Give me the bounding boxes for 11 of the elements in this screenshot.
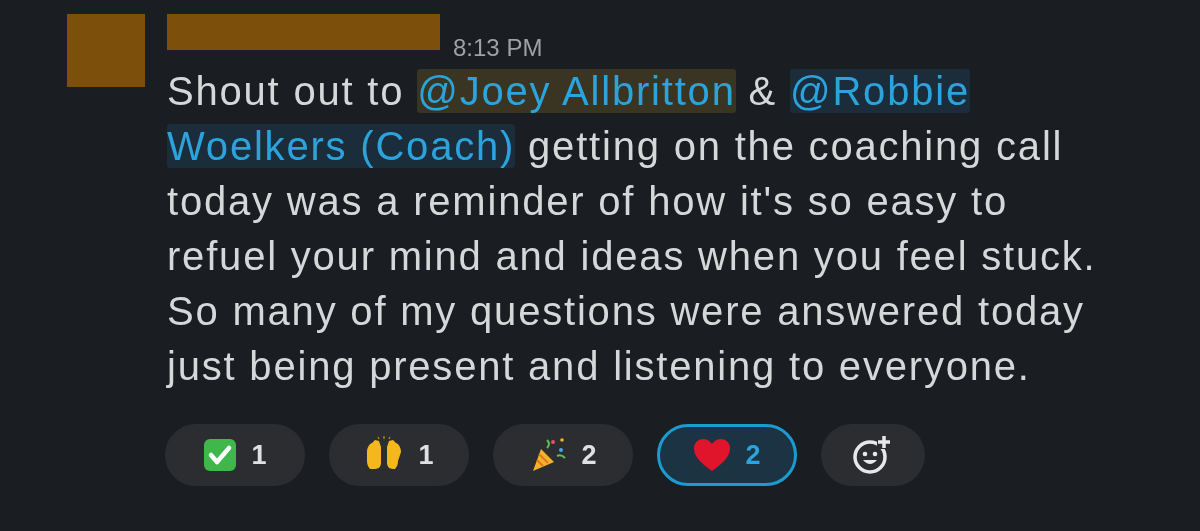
heart-icon (693, 438, 732, 472)
message-text: Shout out to @Joey Allbritton & @Robbie Woelkers (Coach) getting on the coaching call today was a reminder of how it's so easy to refuel your mind and ideas when you feel stuck. So many of my questions were answered today just being present and listening to everyone. (167, 68, 1097, 390)
reaction-button[interactable]: 1 (165, 424, 305, 486)
reaction-button[interactable]: 2 (493, 424, 633, 486)
reaction-button[interactable]: 2 (657, 424, 797, 486)
user-mention[interactable]: Woelkers (Coach) (167, 124, 516, 168)
check-mark-icon (203, 438, 238, 472)
user-mention[interactable]: @Robbie (790, 69, 970, 113)
message-time: 8:13 PM (453, 36, 543, 60)
user-mention[interactable]: @Joey Allbritton (417, 69, 736, 113)
reaction-button[interactable]: 1 (329, 424, 469, 486)
